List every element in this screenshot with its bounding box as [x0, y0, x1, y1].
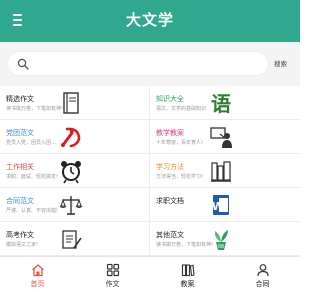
tab-home[interactable]: 首页: [0, 257, 75, 300]
category-title: 精选作文: [6, 95, 34, 103]
user-icon: [256, 264, 269, 277]
books-icon: [211, 161, 231, 182]
tab-label: 教案: [180, 280, 195, 288]
category-title: 党团范文: [6, 129, 34, 137]
tab-lesson-plans[interactable]: 教案: [150, 257, 225, 300]
category-title: 知识大全: [156, 95, 184, 103]
plant-icon: [214, 230, 228, 250]
category-desc: 方法得当，轻松学习!: [156, 174, 204, 180]
tab-contracts[interactable]: 合同: [225, 257, 300, 300]
category-item-lesson-plans[interactable]: 教学教案 十年寒窗，百年育人!: [150, 120, 300, 154]
home-icon: [31, 264, 44, 277]
category-desc: 求职、面试、轻松搞定!: [6, 174, 59, 180]
search-icon: [17, 58, 29, 70]
category-item-other[interactable]: 其他范文 读书做万卷，下笔如有神!: [150, 222, 300, 256]
category-desc: 读书做万卷，下笔如有神!: [6, 106, 64, 112]
exam-icon: [62, 230, 82, 249]
category-title: 教学教案: [156, 129, 184, 137]
app-header: 大文学: [0, 0, 300, 42]
category-item-gaokao[interactable]: 高考作文 模拟语文之家!: [0, 222, 150, 256]
book-icon: [63, 92, 79, 114]
category-title: 工作相关: [6, 163, 34, 171]
category-title: 合同范文: [6, 197, 34, 205]
page-title: 大文学: [125, 11, 174, 29]
tab-label: 合同: [255, 280, 270, 288]
category-item-work[interactable]: 工作相关 求职、面试、轻松搞定!: [0, 154, 150, 188]
category-item-featured-essays[interactable]: 精选作文 读书做万卷，下笔如有神!: [0, 86, 150, 120]
search-input[interactable]: [36, 55, 264, 73]
category-desc: 模拟语文之家!: [6, 242, 39, 248]
category-title: 其他范文: [156, 231, 184, 239]
category-title: 高考作文: [6, 231, 34, 239]
word-document-icon: W: [212, 195, 229, 215]
category-title: 求职文档: [156, 197, 184, 205]
category-grid: 精选作文 读书做万卷，下笔如有神! 知识大全 语文、文学的基础知识 语 党团范文…: [0, 86, 300, 256]
category-title: 学习方法: [156, 163, 184, 171]
category-item-job-documents[interactable]: 求职文档 W: [150, 188, 300, 222]
category-desc: 语文、文学的基础知识: [156, 106, 207, 112]
category-desc: 十年寒窗，百年育人!: [156, 140, 204, 146]
tab-essays[interactable]: 作文: [75, 257, 150, 300]
category-desc: 党员入党，团员入团...: [6, 140, 56, 146]
grid-icon: [106, 263, 119, 277]
category-desc: 读书做万卷，下笔如有神!: [156, 242, 214, 248]
search-box[interactable]: [7, 51, 269, 76]
category-item-contracts[interactable]: 合同范文 严谨、认真、不容出错!: [0, 188, 150, 222]
category-item-knowledge[interactable]: 知识大全 语文、文学的基础知识 语: [150, 86, 300, 120]
alarm-clock-icon: [61, 161, 81, 184]
category-desc: 严谨、认真、不容出错!: [6, 208, 59, 214]
category-item-party[interactable]: 党团范文 党员入党，团员入团...: [0, 120, 150, 154]
svg-text:W: W: [212, 200, 224, 213]
search-button[interactable]: 搜索: [274, 58, 287, 68]
yu-character-icon: 语: [211, 92, 231, 116]
tab-label: 作文: [105, 280, 120, 288]
books-icon: [181, 264, 195, 277]
teacher-icon: [210, 127, 232, 148]
search-bar: 搜索: [0, 42, 300, 86]
tab-label: 首页: [30, 280, 45, 288]
bottom-tab-bar: 首页 作文 教案 合同: [0, 256, 300, 300]
category-item-study-methods[interactable]: 学习方法 方法得当，轻松学习!: [150, 154, 300, 188]
party-emblem-icon: [61, 127, 81, 148]
scales-icon: [59, 196, 83, 215]
svg-text:语: 语: [211, 92, 231, 116]
